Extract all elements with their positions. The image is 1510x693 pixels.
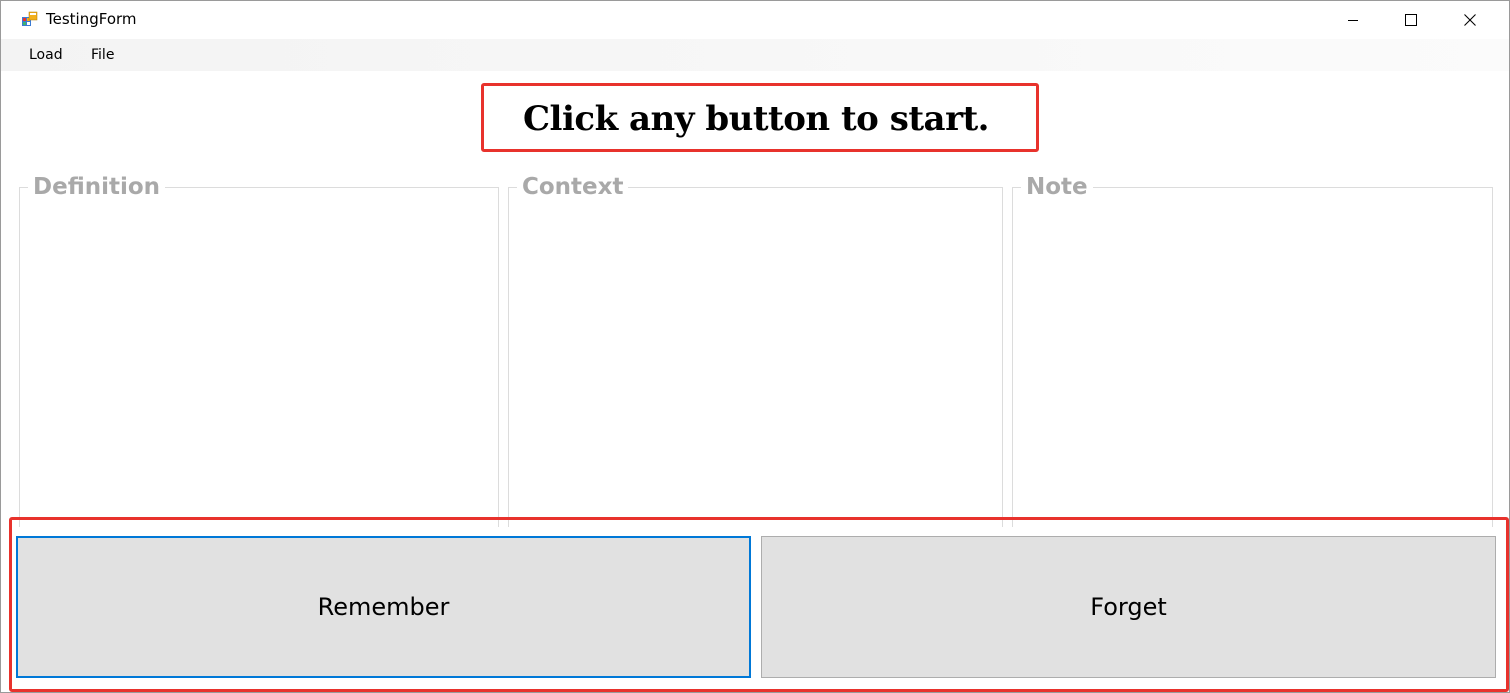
- app-window: TestingForm Load File Click any button t…: [0, 0, 1510, 693]
- remember-button[interactable]: Remember: [16, 536, 751, 678]
- note-group-title: Note: [1021, 174, 1093, 200]
- minimize-button[interactable]: [1324, 1, 1382, 39]
- definition-group-title: Definition: [28, 174, 166, 200]
- winforms-app-icon: [22, 11, 38, 26]
- close-button[interactable]: [1441, 1, 1499, 39]
- close-icon: [1464, 14, 1476, 26]
- context-group: Context: [508, 174, 1003, 527]
- instruction-label: Click any button to start.: [523, 99, 990, 139]
- forget-button-label: Forget: [1090, 593, 1167, 621]
- definition-group: Definition: [19, 174, 499, 527]
- maximize-button[interactable]: [1382, 1, 1440, 39]
- forget-button[interactable]: Forget: [761, 536, 1496, 678]
- minimize-icon: [1348, 20, 1358, 21]
- remember-button-label: Remember: [317, 593, 450, 621]
- menu-item-file[interactable]: File: [91, 47, 114, 63]
- menu-bar: Load File: [1, 39, 1509, 71]
- menu-item-load[interactable]: Load: [29, 47, 63, 63]
- note-group: Note: [1012, 174, 1493, 527]
- maximize-icon: [1405, 14, 1417, 26]
- title-bar[interactable]: TestingForm: [1, 1, 1509, 39]
- context-group-title: Context: [517, 174, 629, 200]
- window-title: TestingForm: [46, 10, 137, 28]
